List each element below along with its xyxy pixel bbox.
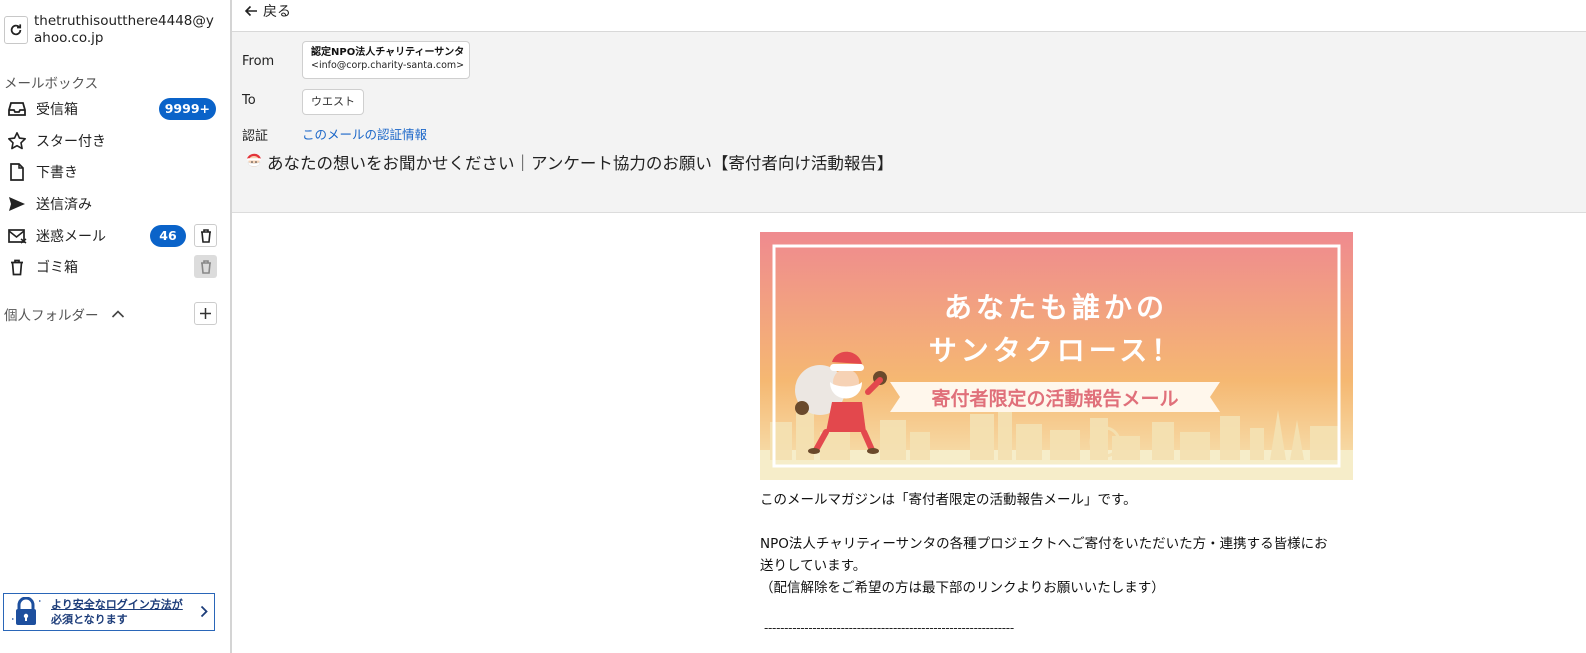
sender-name: 認定NPO法人チャリティーサンタ bbox=[311, 47, 465, 58]
refresh-button[interactable] bbox=[4, 16, 28, 44]
mailbox-section-label: メールボックス bbox=[4, 76, 99, 92]
message-subject: あなたの想いをお聞かせください｜アンケート協力のお願い【寄付者向け活動報告】 bbox=[244, 150, 893, 174]
empty-spam-button[interactable] bbox=[194, 224, 217, 247]
personal-folders-header[interactable]: 個人フォルダー bbox=[4, 302, 222, 326]
account-header: thetruthisoutthere4448@yahoo.co.jp bbox=[4, 13, 214, 47]
back-label: 戻る bbox=[263, 4, 291, 20]
sidebar-item-trash[interactable]: ゴミ箱 bbox=[0, 253, 222, 281]
draft-icon bbox=[7, 162, 27, 182]
trash-icon bbox=[200, 228, 211, 243]
secure-login-line2: 必須となります bbox=[51, 613, 128, 626]
unread-count-badge: 9999+ bbox=[158, 98, 216, 120]
body-paragraph: このメールマガジンは「寄付者限定の活動報告メール」です。 bbox=[760, 492, 1137, 508]
message-toolbar: 戻る bbox=[232, 0, 1586, 32]
sidebar: thetruthisoutthere4448@yahoo.co.jp メールボッ… bbox=[0, 0, 232, 653]
trash-icon bbox=[200, 259, 211, 274]
secure-login-text: より安全なログイン方法が 必須となります bbox=[51, 597, 191, 627]
secure-login-line1: より安全なログイン方法が bbox=[51, 598, 183, 611]
sender-address: <info@corp.charity-santa.com> bbox=[311, 60, 465, 71]
sidebar-item-drafts[interactable]: 下書き bbox=[0, 158, 222, 186]
message-header: From 認定NPO法人チャリティーサンタ <info@corp.charity… bbox=[232, 32, 1586, 213]
trash-icon bbox=[7, 257, 27, 277]
to-label: To bbox=[242, 93, 256, 108]
chevron-right-icon bbox=[200, 605, 208, 622]
spam-count-badge: 46 bbox=[150, 225, 186, 247]
message-view: 戻る From 認定NPO法人チャリティーサンタ <info@corp.char… bbox=[232, 0, 1586, 653]
plus-icon bbox=[200, 308, 211, 319]
body-paragraph: （配信解除をご希望の方は最下部のリンクよりお願いいたします） bbox=[760, 580, 1165, 596]
secure-login-banner[interactable]: より安全なログイン方法が 必須となります bbox=[3, 593, 215, 631]
refresh-icon bbox=[10, 24, 22, 36]
body-paragraph: 送りしています。 bbox=[760, 558, 867, 574]
body-paragraph: NPO法人チャリティーサンタの各種プロジェクトへご寄付をいただいた方・連携する皆… bbox=[760, 536, 1328, 552]
newsletter-banner: あなたも誰かの サンタクロース！ 寄付者限定の活動報告メール bbox=[760, 232, 1353, 480]
back-button[interactable]: 戻る bbox=[244, 1, 291, 21]
subject-text: あなたの想いをお聞かせください｜アンケート協力のお願い【寄付者向け活動報告】 bbox=[267, 154, 894, 173]
sidebar-item-label: 迷惑メール bbox=[36, 229, 106, 245]
banner-headline-line2: サンタクロース！ bbox=[929, 334, 1184, 367]
body-divider: ----------------------------------------… bbox=[764, 621, 1014, 635]
recipient-chip[interactable]: ウエスト bbox=[302, 89, 364, 115]
santa-icon bbox=[244, 150, 264, 174]
sender-chip[interactable]: 認定NPO法人チャリティーサンタ <info@corp.charity-sant… bbox=[302, 41, 470, 79]
inbox-icon bbox=[7, 99, 27, 119]
chevron-up-icon[interactable] bbox=[111, 309, 125, 319]
auth-info-link[interactable]: このメールの認証情報 bbox=[302, 124, 427, 143]
arrow-left-icon bbox=[244, 5, 257, 17]
sidebar-item-label: ゴミ箱 bbox=[36, 260, 78, 276]
banner-ribbon-text: 寄付者限定の活動報告メール bbox=[931, 387, 1178, 410]
from-label: From bbox=[242, 54, 275, 69]
sidebar-item-label: 下書き bbox=[36, 165, 78, 181]
message-body: このメールマガジンは「寄付者限定の活動報告メール」です。 NPO法人チャリティー… bbox=[760, 489, 1360, 599]
sidebar-item-label: 送信済み bbox=[36, 197, 92, 213]
auth-label: 認証 bbox=[242, 129, 269, 144]
sidebar-item-label: スター付き bbox=[36, 134, 106, 150]
send-icon bbox=[7, 194, 27, 214]
empty-trash-button[interactable] bbox=[194, 255, 217, 278]
personal-folders-label: 個人フォルダー bbox=[4, 308, 99, 324]
account-email: thetruthisoutthere4448@yahoo.co.jp bbox=[34, 13, 214, 46]
sidebar-item-inbox[interactable]: 受信箱 9999+ bbox=[0, 95, 222, 123]
star-icon bbox=[7, 131, 27, 151]
sidebar-item-sent[interactable]: 送信済み bbox=[0, 190, 222, 218]
spam-icon bbox=[7, 226, 27, 246]
add-folder-button[interactable] bbox=[194, 302, 217, 325]
sidebar-item-label: 受信箱 bbox=[36, 102, 78, 118]
sidebar-item-starred[interactable]: スター付き bbox=[0, 127, 222, 155]
lock-icon bbox=[9, 597, 45, 627]
sidebar-item-spam[interactable]: 迷惑メール 46 bbox=[0, 222, 222, 250]
banner-headline-line1: あなたも誰かの bbox=[944, 291, 1168, 324]
